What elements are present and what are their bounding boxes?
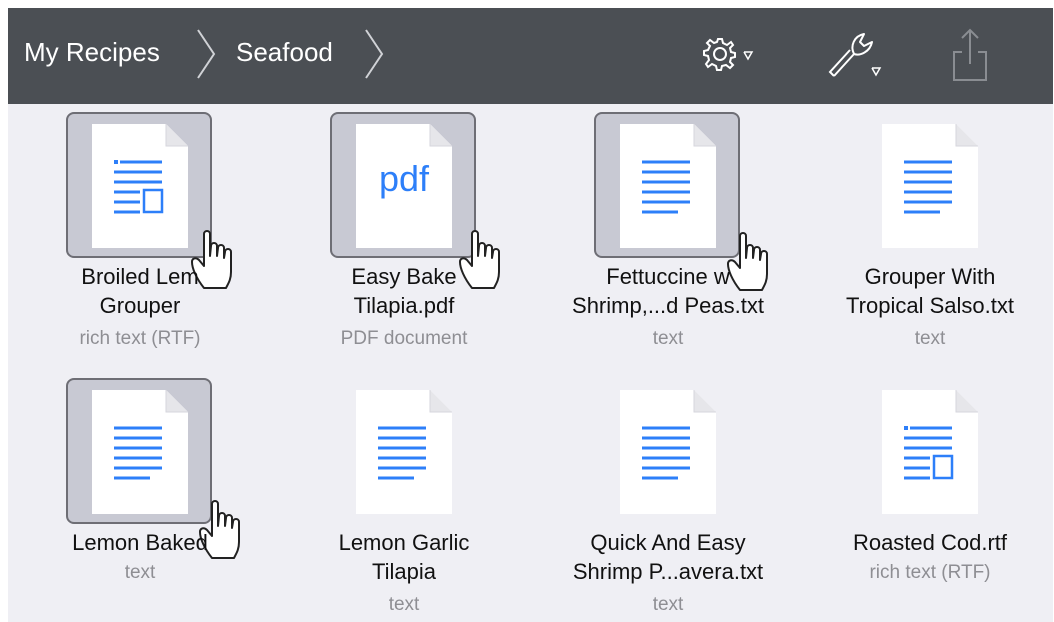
share-icon[interactable] [950, 26, 990, 84]
document-title: Grouper With Tropical Salso.txt [846, 264, 1014, 318]
document-tile[interactable]: Roasted Cod.rtf rich text (RTF) [800, 374, 1053, 622]
document-kind: text [652, 594, 684, 615]
breadcrumb-my-recipes[interactable]: My Recipes [24, 8, 160, 104]
rtf-doc-icon [882, 390, 978, 514]
document-title: Roasted Cod.rtf [852, 530, 1008, 555]
rtf-doc-icon [92, 124, 188, 248]
chevron-right-icon [365, 29, 384, 79]
breadcrumb-seafood[interactable]: Seafood [236, 8, 333, 104]
document-grid: Broiled Lem Grouper rich text (RTF) pdf … [8, 104, 1053, 622]
document-tile[interactable]: Grouper With Tropical Salso.txt text [800, 108, 1053, 358]
document-kind: text [388, 594, 420, 615]
document-title: Lemon Garlic Tilapia [338, 530, 470, 584]
document-tile[interactable]: Lemon Baked text [10, 374, 270, 622]
text-doc-icon [620, 124, 716, 248]
document-tile[interactable]: Quick And Easy Shrimp P...avera.txt text [538, 374, 798, 622]
document-title: Easy Bake Tilapia.pdf [351, 264, 457, 318]
document-title: Lemon Baked [72, 530, 208, 555]
document-kind: text [914, 328, 946, 349]
text-doc-icon [92, 390, 188, 514]
document-title: Quick And Easy Shrimp P...avera.txt [572, 530, 764, 584]
chevron-right-icon [197, 29, 216, 79]
document-kind: text [124, 562, 156, 583]
pdf-badge: pdf [378, 158, 430, 199]
document-kind: PDF document [340, 328, 468, 349]
document-kind: rich text (RTF) [79, 328, 201, 349]
document-kind: text [652, 328, 684, 349]
document-kind: rich text (RTF) [869, 562, 991, 583]
toolbar: My Recipes Seafood [8, 8, 1053, 104]
document-tile[interactable]: Broiled Lem Grouper rich text (RTF) [10, 108, 270, 358]
text-doc-icon [356, 390, 452, 514]
text-doc-icon [620, 390, 716, 514]
settings-gear-icon[interactable] [702, 34, 762, 74]
document-tile[interactable]: pdf Easy Bake Tilapia.pdf PDF document [274, 108, 534, 358]
document-tile[interactable]: Fettuccine w Shrimp,...d Peas.txt text [538, 108, 798, 358]
document-title: Fettuccine w Shrimp,...d Peas.txt [572, 264, 764, 318]
text-doc-icon [882, 124, 978, 248]
document-title: Broiled Lem Grouper [81, 264, 199, 318]
app-window: My Recipes Seafood Broiled Lem Grouper r… [8, 8, 1053, 622]
document-tile[interactable]: Lemon Garlic Tilapia text [274, 374, 534, 622]
wrench-icon[interactable] [826, 30, 888, 80]
